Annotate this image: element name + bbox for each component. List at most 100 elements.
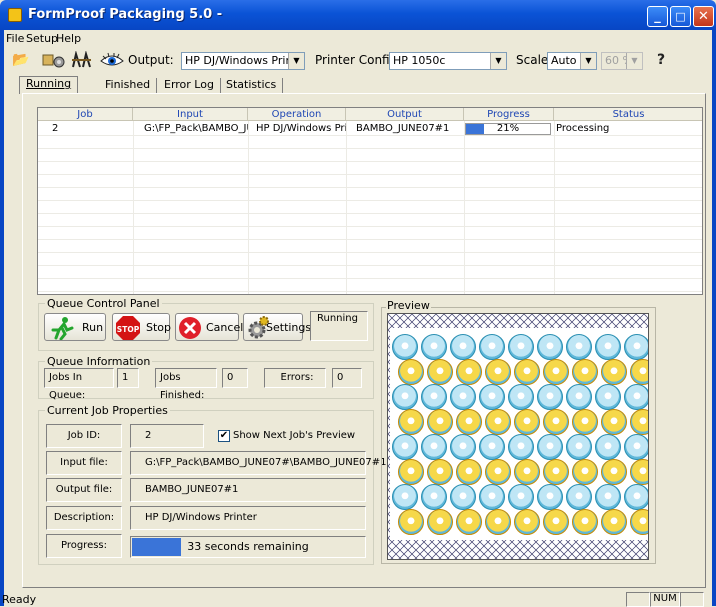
- status-panel-caps: [626, 592, 650, 607]
- printer-config-select[interactable]: HP 1050c ▼: [389, 52, 507, 70]
- menu-bar: File Setup Help: [4, 30, 712, 47]
- open-folder-icon[interactable]: 📂: [12, 51, 30, 69]
- label-thumbnail: [398, 459, 424, 485]
- label-thumbnail: [624, 334, 648, 360]
- cell-input: G:\FP_Pack\BAMBO_JUNE(: [144, 123, 248, 134]
- minimize-button[interactable]: _: [647, 6, 668, 27]
- tab-running[interactable]: Running: [19, 76, 79, 94]
- tab-error-log[interactable]: Error Log: [158, 78, 221, 93]
- column-header-output[interactable]: Output: [346, 108, 464, 121]
- stop-label: Stop: [146, 321, 172, 334]
- label-thumbnail: [514, 359, 540, 385]
- cell-job: 2: [52, 123, 59, 134]
- preview-eye-icon[interactable]: [100, 51, 124, 69]
- tab-statistics[interactable]: Statistics: [220, 78, 284, 93]
- label-thumbnail: [543, 409, 569, 435]
- jobs-in-queue-label: Jobs In Queue:: [44, 368, 114, 401]
- label-thumbnail: [485, 359, 511, 385]
- stop-sign-text: STOP: [117, 325, 140, 334]
- batch-icon[interactable]: [42, 51, 66, 69]
- label-thumbnail: [601, 359, 627, 385]
- label-thumbnail: [601, 509, 627, 535]
- label-thumbnail: [566, 484, 592, 510]
- settings-label: Settings: [266, 321, 312, 334]
- queue-information-title: Queue Information: [45, 355, 153, 368]
- output-label: Output:: [128, 53, 174, 67]
- label-thumbnail: [450, 484, 476, 510]
- chevron-down-icon[interactable]: ▼: [580, 53, 596, 69]
- cell-status: Processing: [556, 123, 610, 134]
- progress-bar: 33 seconds remaining: [130, 536, 366, 558]
- label-thumbnail: [601, 409, 627, 435]
- input-file-value: G:\FP_Pack\BAMBO_JUNE07#\BAMBO_JUNE07#1: [130, 451, 386, 475]
- label-thumbnail: [595, 484, 621, 510]
- column-header-status[interactable]: Status: [554, 108, 702, 121]
- label-thumbnail: [456, 509, 482, 535]
- tab-finished[interactable]: Finished: [99, 78, 158, 93]
- column-header-job[interactable]: Job: [38, 108, 133, 121]
- label-thumbnail: [421, 434, 447, 460]
- label-thumbnail: [479, 334, 505, 360]
- input-file-label: Input file:: [46, 451, 122, 475]
- window-title: FormProof Packaging 5.0 -: [28, 7, 223, 22]
- maximize-button[interactable]: □: [670, 6, 691, 27]
- status-text: Ready: [2, 593, 37, 606]
- settings-button[interactable]: Settings: [243, 313, 311, 341]
- label-thumbnail: [572, 459, 598, 485]
- cancel-button[interactable]: Cancel: [175, 313, 243, 341]
- current-job-properties-title: Current Job Properties: [45, 404, 170, 417]
- label-thumbnail: [630, 409, 648, 435]
- label-thumbnail: [566, 334, 592, 360]
- close-button[interactable]: ✕: [693, 6, 714, 27]
- label-thumbnail: [508, 334, 534, 360]
- label-thumbnail: [624, 384, 648, 410]
- output-file-value: BAMBO_JUNE07#1: [130, 478, 366, 502]
- column-header-operation[interactable]: Operation: [248, 108, 346, 121]
- label-thumbnail: [508, 484, 534, 510]
- column-header-progress[interactable]: Progress: [464, 108, 554, 121]
- chevron-down-icon[interactable]: ▼: [288, 53, 304, 69]
- label-thumbnail: [398, 359, 424, 385]
- label-thumbnail: [392, 434, 418, 460]
- label-thumbnail: [514, 409, 540, 435]
- status-bar: Ready NUM: [2, 590, 712, 607]
- run-label: Run: [82, 321, 104, 334]
- menu-help[interactable]: Help: [56, 32, 81, 45]
- jobs-finished-label: Jobs Finished:: [155, 368, 217, 401]
- job-id-value: 2: [130, 424, 204, 448]
- menu-setup[interactable]: Setup: [26, 32, 58, 45]
- label-thumbnail: [572, 409, 598, 435]
- label-thumbnail: [537, 384, 563, 410]
- preview-image[interactable]: [387, 313, 649, 560]
- label-thumbnail: [572, 359, 598, 385]
- output-file-label: Output file:: [46, 478, 122, 502]
- label-thumbnail: [421, 384, 447, 410]
- show-preview-checkbox[interactable]: ✔: [218, 430, 230, 442]
- run-button[interactable]: Run: [44, 313, 106, 341]
- jobs-table[interactable]: Job Input Operation Output Progress Stat…: [37, 107, 703, 295]
- stop-button[interactable]: STOP Stop: [112, 313, 172, 341]
- scale-select[interactable]: Auto ▼: [547, 52, 597, 70]
- label-thumbnail: [427, 359, 453, 385]
- description-label: Description:: [46, 506, 122, 530]
- label-thumbnail: [427, 509, 453, 535]
- description-value: HP DJ/Windows Printer: [130, 506, 366, 530]
- label-thumbnail: [537, 334, 563, 360]
- output-select[interactable]: HP DJ/Windows Printer ▼: [181, 52, 305, 70]
- preview-title: Preview: [386, 299, 431, 312]
- chevron-down-icon[interactable]: ▼: [490, 53, 506, 69]
- help-icon[interactable]: ?: [652, 51, 670, 69]
- runner-icon: [51, 317, 74, 340]
- jobs-finished-value: 0: [222, 368, 248, 388]
- menu-file[interactable]: File: [6, 32, 24, 45]
- queue-state: Running: [310, 311, 368, 341]
- label-thumbnail: [514, 509, 540, 535]
- label-layout: [388, 314, 648, 559]
- label-thumbnail: [601, 459, 627, 485]
- progress-remaining: 33 seconds remaining: [187, 540, 309, 553]
- label-thumbnail: [456, 359, 482, 385]
- workflow-icon[interactable]: [70, 50, 94, 69]
- label-thumbnail: [485, 509, 511, 535]
- column-header-input[interactable]: Input: [133, 108, 248, 121]
- cell-progress-bar: 21%: [465, 123, 551, 135]
